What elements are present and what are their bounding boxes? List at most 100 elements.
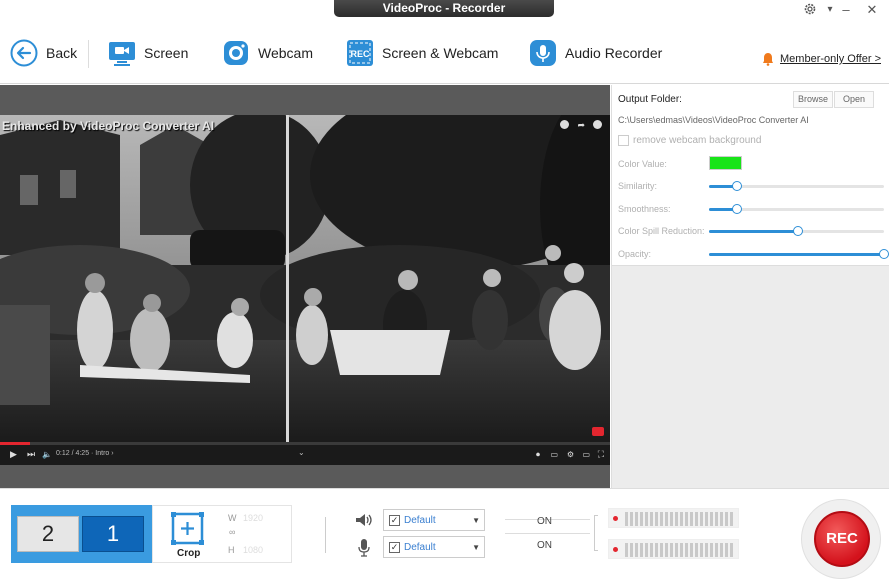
bottom-divider xyxy=(325,517,326,553)
info-icon[interactable] xyxy=(593,120,602,129)
opacity-label: Opacity: xyxy=(618,249,652,259)
webcam-preview-area xyxy=(611,265,889,488)
miniplayer-icon[interactable]: ▭ xyxy=(582,450,590,459)
smoothness-label: Smoothness: xyxy=(618,204,671,214)
video-frame-image xyxy=(0,115,610,445)
monitor-camera-icon xyxy=(108,39,136,67)
mic-checkbox[interactable]: ✓ xyxy=(389,541,400,553)
youtube-logo-icon xyxy=(592,427,604,436)
speaker-level-meter xyxy=(608,508,739,528)
play-icon[interactable]: ▶ xyxy=(10,449,17,460)
subtitles-icon[interactable]: ▭ xyxy=(550,450,558,459)
recording-preview[interactable]: Enhanced by VideoProc Converter AI ➦ ▶ ⏭… xyxy=(0,85,610,488)
back-arrow-icon xyxy=(10,39,38,67)
speaker-select-value: Default xyxy=(404,514,436,526)
mic-on-toggle[interactable]: ON xyxy=(537,540,552,551)
webcam-mode-button[interactable]: Webcam xyxy=(222,38,313,68)
slider-handle[interactable] xyxy=(793,226,804,236)
video-time: 0:12 / 4:25 · Intro › xyxy=(56,450,114,457)
crop-label: Crop xyxy=(177,548,201,559)
checkbox-icon[interactable] xyxy=(618,135,629,146)
chevron-down-icon: ▼ xyxy=(472,515,480,525)
layout-option-1[interactable]: 1 xyxy=(82,516,144,552)
settings-panel: Output Folder: Browse Open C:\Users\edma… xyxy=(611,85,889,265)
slider-handle[interactable] xyxy=(732,204,742,214)
mic-select-value: Default xyxy=(404,541,436,553)
toolbar: Back Screen Webcam REC Screen & Webcam A… xyxy=(0,22,889,84)
webcam-label: Webcam xyxy=(258,45,313,61)
audio-recorder-label: Audio Recorder xyxy=(565,45,663,61)
width-value[interactable]: 1920 xyxy=(243,513,263,523)
next-icon[interactable]: ⏭ xyxy=(27,449,35,460)
height-label: H xyxy=(228,545,235,555)
microphone-icon[interactable] xyxy=(358,539,370,562)
output-folder-label: Output Folder: xyxy=(618,94,682,105)
title-bar: VideoProc - Recorder ▾ – ✕ xyxy=(0,0,889,22)
microphone-icon xyxy=(529,39,557,67)
autoplay-icon[interactable]: ⏺ xyxy=(536,450,540,460)
speaker-checkbox[interactable]: ✓ xyxy=(389,514,400,526)
back-label: Back xyxy=(46,45,78,61)
remove-bg-label: remove webcam background xyxy=(633,135,762,146)
height-value[interactable]: 1080 xyxy=(243,545,263,555)
screen-webcam-label: Screen & Webcam xyxy=(382,45,499,61)
bottom-bar: 2 1 Crop W 1920 ∞ H 1080 ✓ Default ▼ ✓ D… xyxy=(0,488,889,580)
screen-mode-button[interactable]: Screen xyxy=(108,38,188,68)
member-offer-link[interactable]: Member-only Offer > xyxy=(762,52,881,66)
rec-screen-icon: REC xyxy=(346,39,374,67)
video-title-overlay: Enhanced by VideoProc Converter AI xyxy=(2,119,215,133)
video-settings-icon[interactable]: ⚙ xyxy=(567,450,574,459)
level-bars xyxy=(625,543,733,557)
similarity-label: Similarity: xyxy=(618,181,658,191)
color-swatch[interactable] xyxy=(709,156,742,170)
width-label: W xyxy=(228,513,237,523)
webcam-icon xyxy=(222,39,250,67)
chevron-down-icon[interactable]: ⌄ xyxy=(298,448,305,457)
similarity-slider[interactable] xyxy=(709,181,884,191)
open-button[interactable]: Open xyxy=(834,91,874,108)
screen-webcam-mode-button[interactable]: REC Screen & Webcam xyxy=(346,38,498,68)
back-button[interactable]: Back xyxy=(10,38,77,68)
minimize-button[interactable]: – xyxy=(836,2,856,18)
line-divider xyxy=(505,533,590,534)
spill-label: Color Spill Reduction: xyxy=(618,226,705,236)
opacity-slider[interactable] xyxy=(709,249,889,259)
meter-bracket xyxy=(594,515,598,551)
speaker-icon[interactable] xyxy=(355,513,373,532)
layout-selector: 2 1 xyxy=(11,505,152,563)
speaker-on-toggle[interactable]: ON xyxy=(537,516,552,527)
level-indicator xyxy=(613,547,618,552)
fullscreen-icon[interactable]: ⛶ xyxy=(598,449,604,460)
speaker-select[interactable]: ✓ Default ▼ xyxy=(383,509,485,531)
screen-label: Screen xyxy=(144,45,189,61)
browse-button[interactable]: Browse xyxy=(793,91,833,108)
offer-label: Member-only Offer > xyxy=(780,53,881,65)
layout-option-2[interactable]: 2 xyxy=(17,516,79,552)
svg-text:REC: REC xyxy=(350,49,370,59)
link-icon[interactable]: ∞ xyxy=(229,527,235,537)
slider-handle[interactable] xyxy=(879,249,889,259)
close-button[interactable]: ✕ xyxy=(862,2,882,18)
output-path: C:\Users\edmas\Videos\VideoProc Converte… xyxy=(618,115,809,125)
level-bars xyxy=(625,512,733,526)
bell-icon xyxy=(763,53,774,66)
video-top-icons: ➦ xyxy=(560,120,602,131)
crop-icon[interactable] xyxy=(170,511,205,546)
level-indicator xyxy=(613,516,618,521)
audio-recorder-button[interactable]: Audio Recorder xyxy=(529,38,662,68)
mic-level-meter xyxy=(608,539,739,559)
color-value-label: Color Value: xyxy=(618,159,667,169)
slider-handle[interactable] xyxy=(732,181,742,191)
gear-icon[interactable] xyxy=(800,2,820,18)
mic-select[interactable]: ✓ Default ▼ xyxy=(383,536,485,558)
volume-icon[interactable]: 🔈 xyxy=(42,450,52,459)
crop-panel: Crop W 1920 ∞ H 1080 xyxy=(152,505,292,563)
remove-bg-checkbox[interactable]: remove webcam background xyxy=(618,135,761,146)
video-content: Enhanced by VideoProc Converter AI ➦ xyxy=(0,115,610,445)
clock-icon[interactable] xyxy=(560,120,570,129)
window-title: VideoProc - Recorder xyxy=(334,0,554,17)
smoothness-slider[interactable] xyxy=(709,204,884,214)
spill-slider[interactable] xyxy=(709,226,884,236)
share-icon[interactable]: ➦ xyxy=(577,120,585,131)
rec-button[interactable]: REC xyxy=(814,511,870,567)
